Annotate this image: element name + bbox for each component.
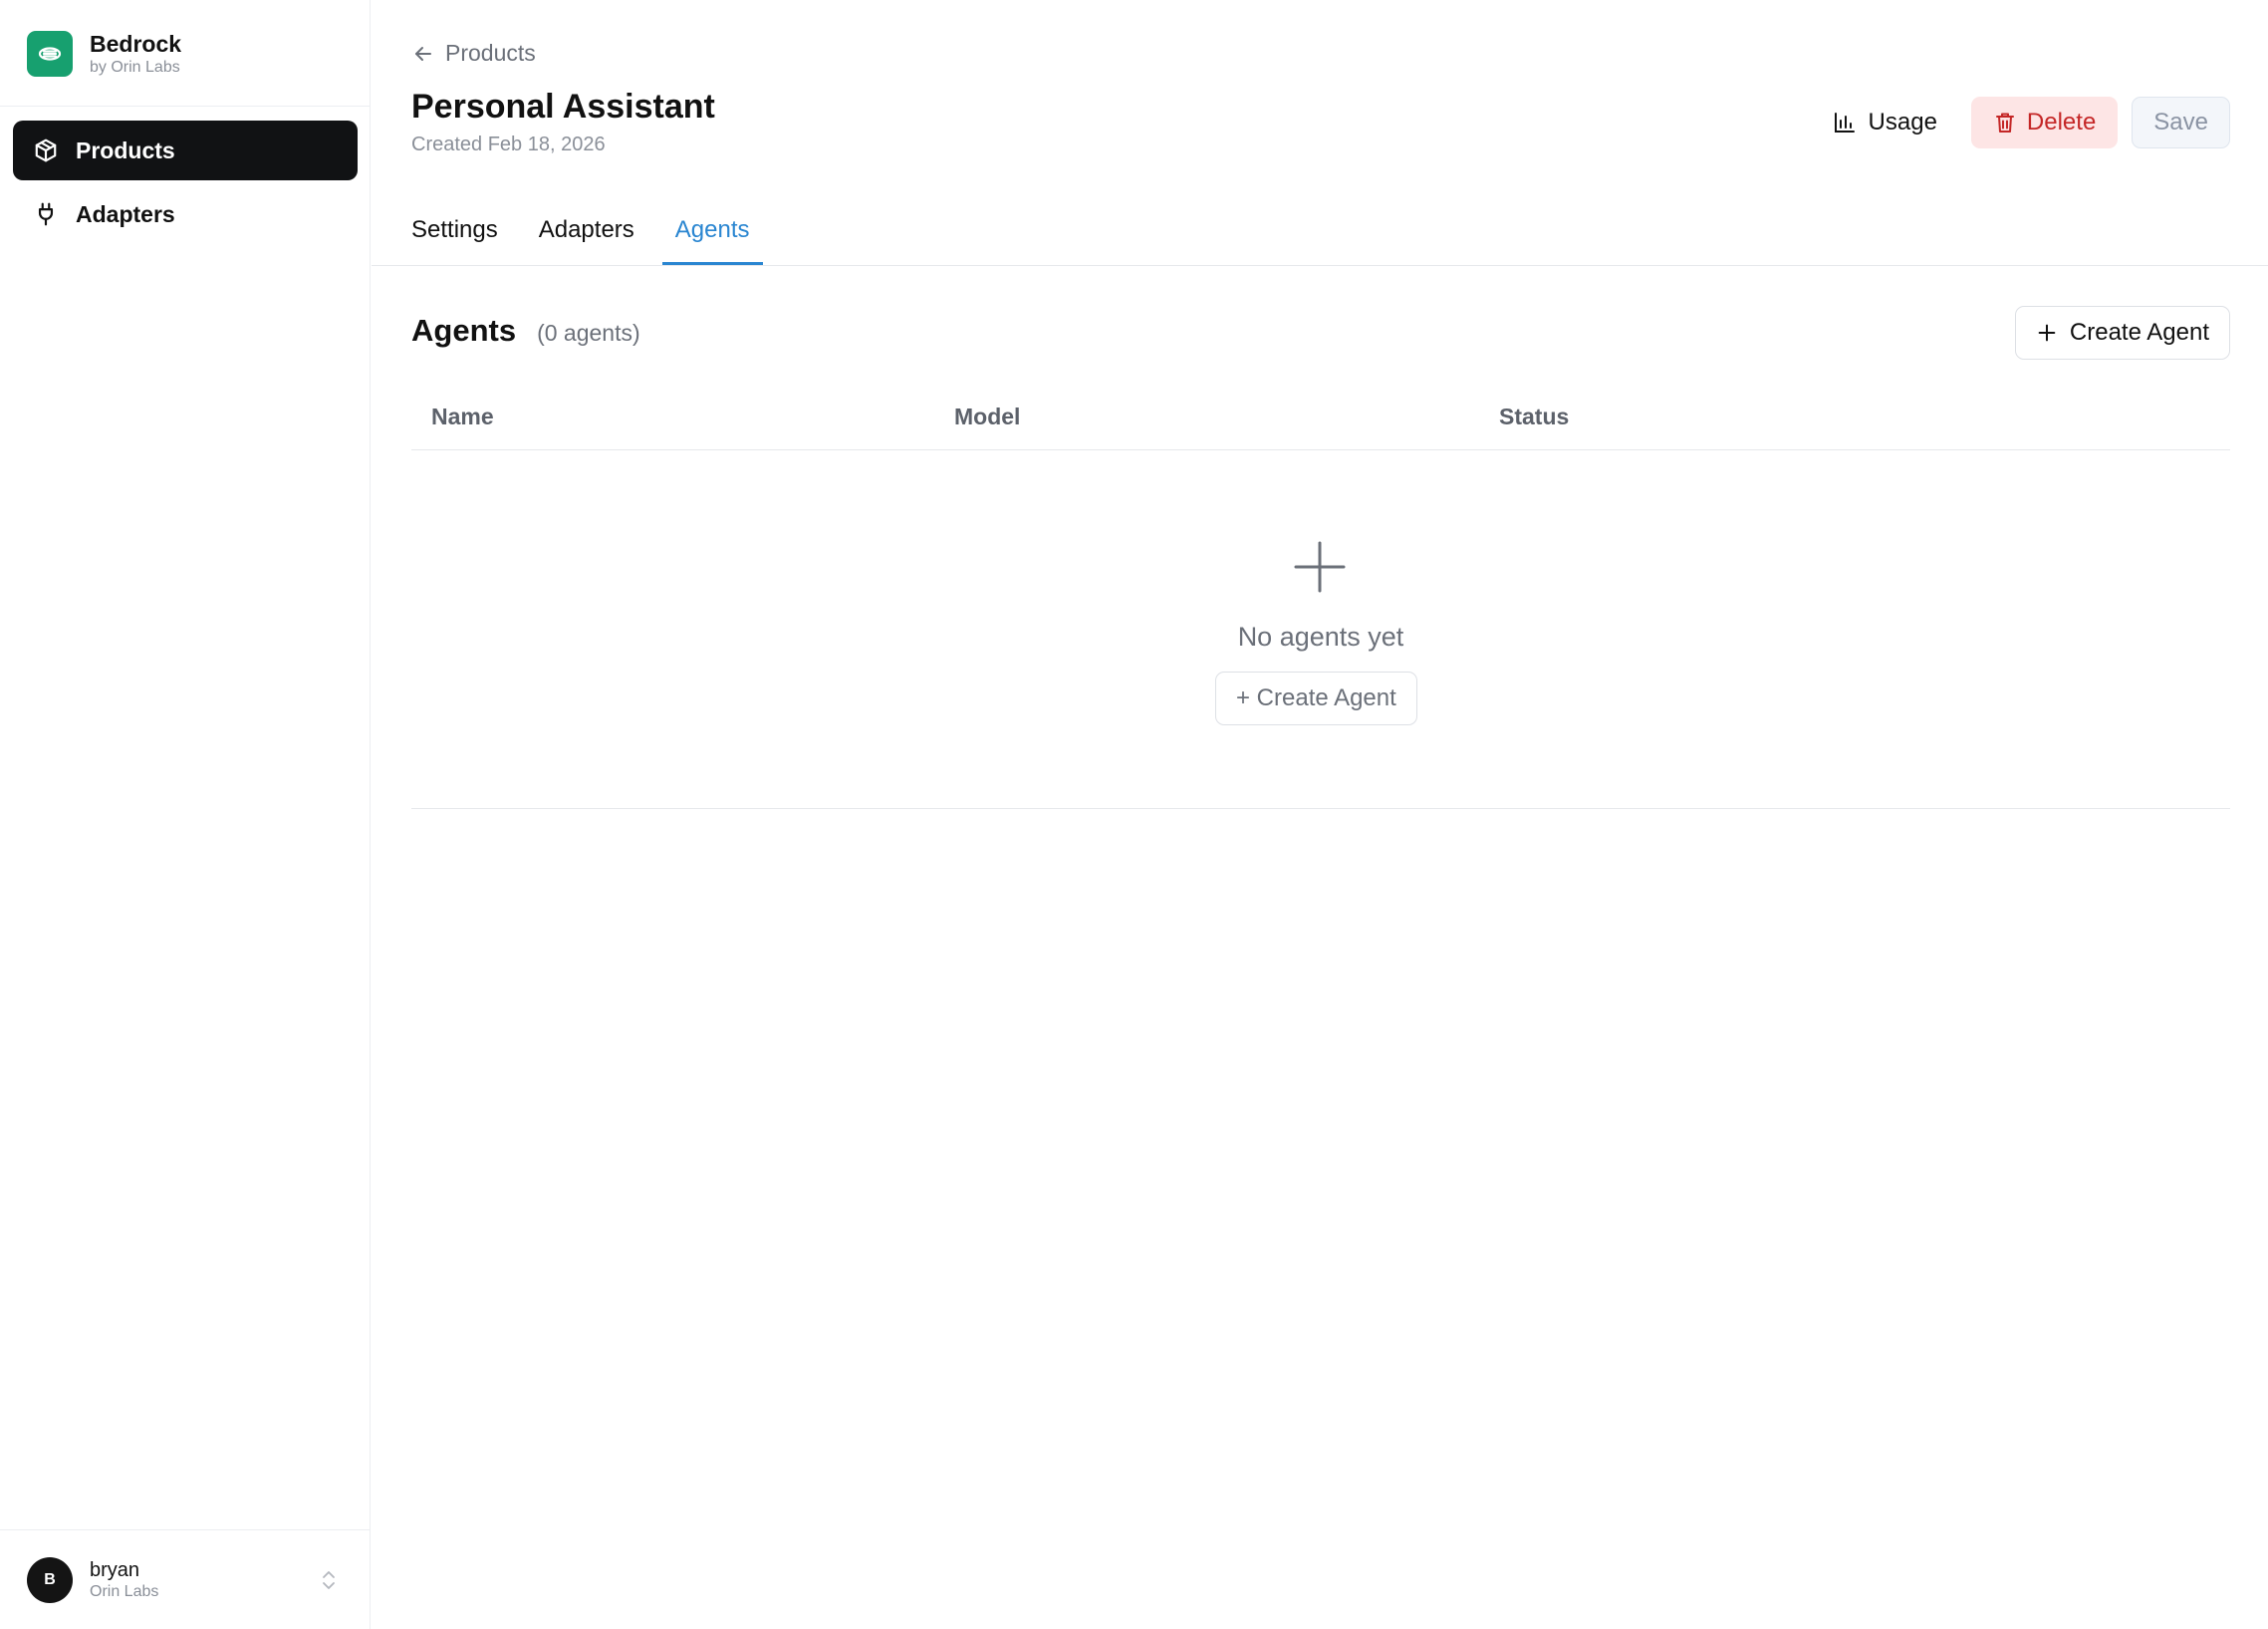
app-root: Bedrock by Orin Labs Products Adapters B… [0, 0, 2268, 1629]
sidebar-nav: Products Adapters [13, 121, 358, 248]
usage-button[interactable]: Usage [1813, 97, 1957, 148]
delete-label: Delete [2026, 109, 2097, 136]
table-header: Name Model Status [411, 394, 2230, 450]
created-date: Created Feb 18, 2026 [411, 134, 606, 155]
main-content: Products Personal Assistant Created Feb … [372, 0, 2268, 1629]
user-divider [0, 1529, 371, 1530]
back-link-label: Products [445, 40, 536, 66]
agents-table: Name Model Status No agents yet + Create… [411, 394, 2230, 809]
tab-settings[interactable]: Settings [398, 205, 511, 265]
sidebar-divider [0, 106, 371, 107]
agents-title: Agents [411, 313, 517, 348]
tab-bar: Settings Adapters Agents [398, 205, 778, 265]
empty-state: No agents yet + Create Agent [411, 450, 2230, 809]
chevrons-up-down-icon [320, 1568, 338, 1592]
save-button[interactable]: Save [2132, 97, 2230, 148]
trash-icon [1995, 113, 2014, 133]
agents-count: (0 agents) [537, 320, 640, 346]
usage-label: Usage [1868, 109, 1937, 136]
page-title: Personal Assistant [411, 88, 715, 126]
agents-section-header: Agents (0 agents) [411, 313, 640, 349]
tab-adapters[interactable]: Adapters [526, 205, 647, 265]
sidebar-item-label: Adapters [76, 200, 175, 227]
brand[interactable]: Bedrock by Orin Labs [27, 30, 181, 78]
column-header-model[interactable]: Model [954, 404, 1020, 430]
brand-subtitle: by Orin Labs [90, 59, 180, 76]
column-header-name[interactable]: Name [431, 404, 494, 430]
link-icon [27, 31, 73, 77]
user-text: bryan Orin Labs [90, 1558, 158, 1602]
plus-icon [2038, 324, 2056, 342]
tab-divider [372, 265, 2268, 266]
save-label: Save [2153, 109, 2208, 136]
user-org: Orin Labs [90, 1583, 159, 1600]
empty-create-agent-label: + Create Agent [1236, 684, 1396, 711]
empty-create-agent-button[interactable]: + Create Agent [1215, 672, 1417, 725]
arrow-left-icon [411, 42, 435, 66]
package-icon [32, 136, 60, 164]
delete-button[interactable]: Delete [1970, 97, 2119, 148]
plus-icon [1293, 540, 1347, 594]
plug-icon [32, 200, 60, 228]
tab-agents[interactable]: Agents [661, 205, 763, 265]
sidebar-item-adapters[interactable]: Adapters [13, 184, 358, 244]
header-actions: Usage Delete Save [1813, 97, 2230, 148]
user-menu[interactable]: B bryan Orin Labs [27, 1556, 348, 1604]
brand-name: Bedrock [90, 31, 182, 57]
avatar: B [27, 1557, 73, 1603]
brand-text: Bedrock by Orin Labs [90, 30, 181, 78]
sidebar: Bedrock by Orin Labs Products Adapters B… [0, 0, 371, 1629]
back-to-products-link[interactable]: Products [411, 40, 536, 67]
create-agent-button[interactable]: Create Agent [2014, 306, 2230, 360]
sidebar-item-label: Products [76, 136, 175, 163]
user-name: bryan [90, 1559, 140, 1581]
create-agent-label: Create Agent [2069, 319, 2209, 346]
empty-state-text: No agents yet [1237, 622, 1404, 652]
bar-chart-icon [1834, 113, 1855, 133]
sidebar-item-products[interactable]: Products [13, 121, 358, 180]
column-header-status[interactable]: Status [1499, 404, 1569, 430]
